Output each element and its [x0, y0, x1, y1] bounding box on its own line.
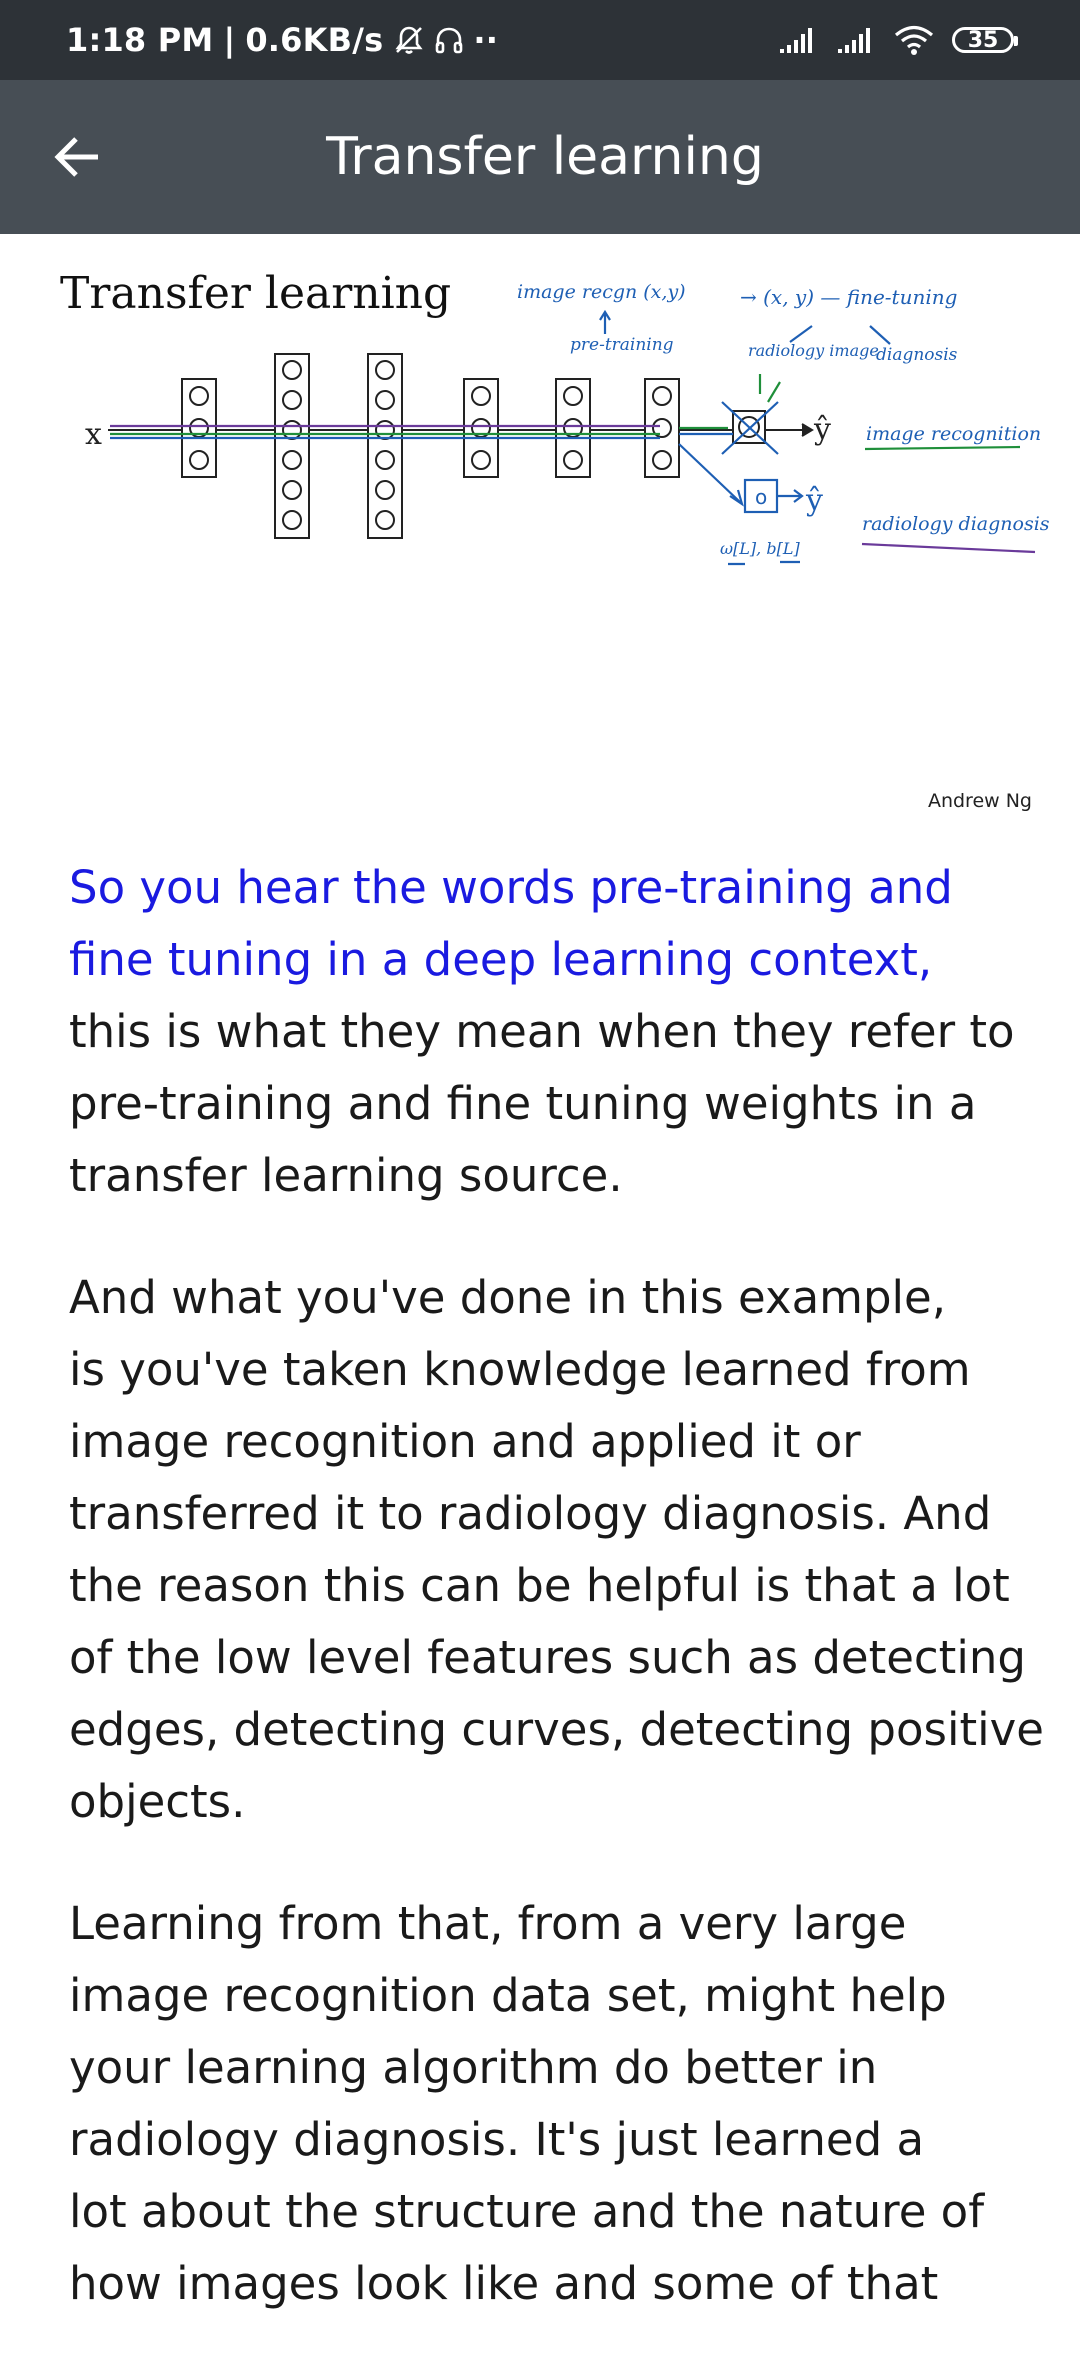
annotation-pre-training: pre-training [570, 335, 674, 355]
transcript-line: of the low level features such as detect… [69, 1631, 1026, 1684]
lecture-slide[interactable]: Transfer learning x ŷ ŷ o image recgn (x… [0, 234, 1080, 824]
status-right: 35 [778, 0, 1018, 80]
headphones-icon [436, 27, 463, 54]
transcript-line: radiology diagnosis. It's just learned a [69, 2113, 925, 2166]
arrow-left-icon [54, 137, 98, 177]
transcript-line: objects. [69, 1775, 246, 1828]
annotation-image-recognition: image recognition [866, 423, 1041, 445]
annotation-image-recog-pair: image recgn (x,y) [517, 281, 686, 303]
annotation-diagnosis: diagnosis [876, 345, 958, 365]
transcript-line: this is what they mean when they refer t… [69, 1005, 1015, 1058]
transcript-line: how images look like and some of that [69, 2257, 939, 2310]
transcript-paragraph: And what you've done in this example, is… [69, 1262, 1044, 1838]
battery-icon: 35 [952, 27, 1018, 53]
transcript-line: edges, detecting curves, detecting posit… [69, 1703, 1044, 1756]
status-left: 1:18 PM | 0.6KB/s ·· [66, 0, 498, 80]
back-button[interactable] [40, 120, 114, 194]
status-separator: | [223, 21, 236, 59]
transcript-line: transferred it to radiology diagnosis. A… [69, 1487, 992, 1540]
annotation-radiology-diagnosis: radiology diagnosis [862, 513, 1050, 535]
network-layers [181, 353, 766, 539]
transcript-line: So you hear the words pre-training and [69, 861, 953, 914]
transcript-paragraph: So you hear the words pre-training and f… [69, 852, 1029, 1212]
signal-icon [780, 28, 812, 53]
status-bar: 1:18 PM | 0.6KB/s ·· 35 [0, 0, 1080, 80]
transcript-line: your learning algorithm do better in [69, 2041, 878, 2094]
slide-credit: Andrew Ng [927, 790, 1032, 812]
slide-diagram: x ŷ ŷ o image recgn (x,y) pre-training →… [85, 281, 1050, 566]
transcript-line: the reason this can be helpful is that a… [69, 1559, 1010, 1612]
network-speed: 0.6KB/s [245, 21, 384, 59]
current-caption: So you hear the words pre-training and f… [69, 852, 1029, 996]
slide-annotations: image recgn (x,y) pre-training → (x, y) … [517, 281, 1050, 558]
annotation-weights: ω[L], b[L] [720, 539, 800, 558]
new-node-label: o [755, 485, 767, 509]
page-title: Transfer learning [326, 127, 764, 187]
annotation-radiology-image: radiology image [748, 341, 879, 360]
transcript-line: is you've taken knowledge learned from [69, 1343, 971, 1396]
transcript-line: And what you've done in this example, [69, 1271, 947, 1324]
app-toolbar: Transfer learning [0, 80, 1080, 234]
transcript-line: transfer learning source. [69, 1149, 623, 1202]
more-notifications-icon: ·· [473, 21, 499, 59]
transcript-line: pre-training and fine tuning weights in … [69, 1077, 977, 1130]
transcript-paragraph: Learning from that, from a very large im… [69, 1888, 1029, 2320]
bell-muted-icon [395, 26, 423, 54]
output-label-yhat: ŷ [813, 412, 831, 447]
wifi-icon [894, 25, 934, 55]
battery-level: 35 [967, 27, 999, 53]
output-label-yhat-2: ŷ [805, 483, 823, 518]
status-time: 1:18 PM [66, 21, 214, 59]
transcript-line: Learning from that, from a very large [69, 1897, 907, 1950]
transcript-line: image recognition data set, might help [69, 1969, 947, 2022]
transcript-line: fine tuning in a deep learning context, [69, 933, 933, 986]
transcript: So you hear the words pre-training and f… [69, 852, 1044, 2370]
signal-icon-2 [838, 28, 870, 53]
input-label: x [85, 417, 102, 452]
transcript-line: image recognition and applied it or [69, 1415, 861, 1468]
annotation-fine-tuning: → (x, y) — fine-tuning [740, 285, 957, 309]
transcript-line: lot about the structure and the nature o… [69, 2185, 985, 2238]
